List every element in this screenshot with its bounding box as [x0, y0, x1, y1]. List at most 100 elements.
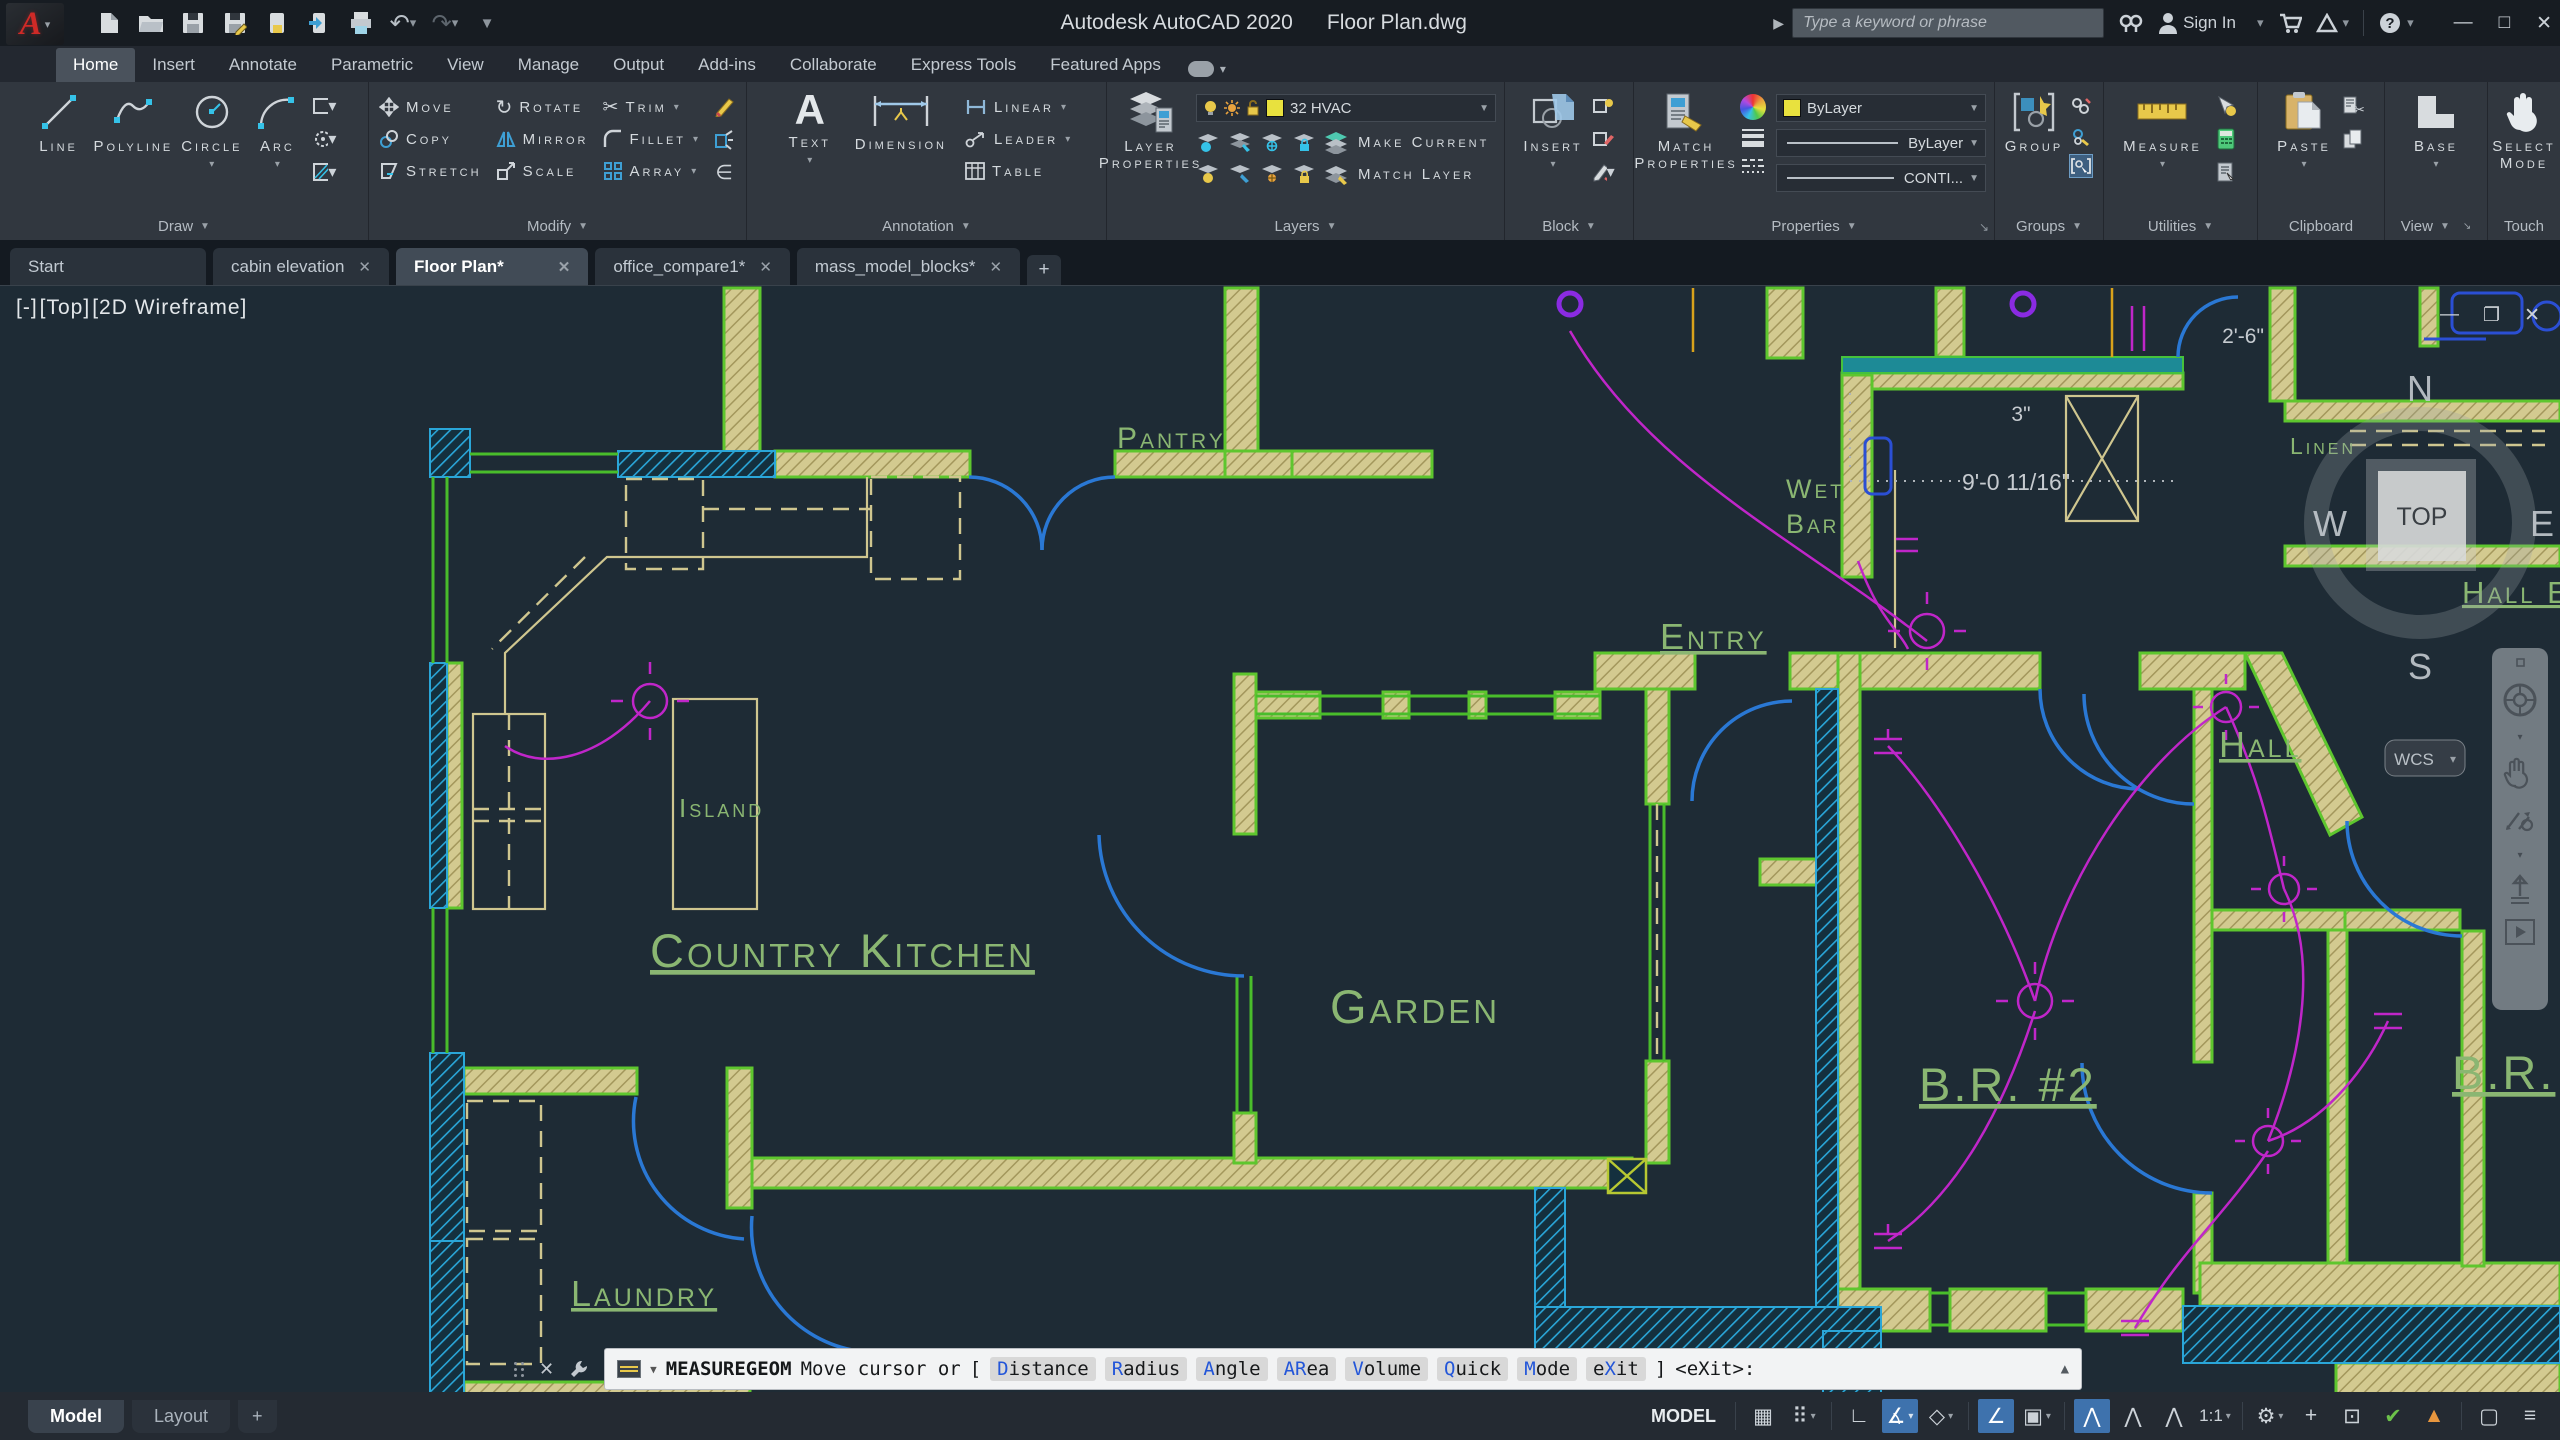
- match-layer-button[interactable]: Match Layer: [1358, 166, 1474, 183]
- id-point-icon[interactable]: [2214, 160, 2238, 184]
- line-button[interactable]: Line: [32, 90, 86, 155]
- panel-title-clipboard[interactable]: Clipboard: [2258, 213, 2384, 240]
- snap-mode-icon[interactable]: ⠿▾: [1786, 1399, 1822, 1433]
- help-icon[interactable]: ?▾: [2378, 11, 2414, 35]
- explode-icon[interactable]: [712, 127, 736, 151]
- viewcube-north[interactable]: N: [2407, 368, 2433, 409]
- ungroup-icon[interactable]: [2069, 94, 2093, 118]
- model-paper-space-button[interactable]: MODEL: [1641, 1399, 1726, 1433]
- viewcube-east[interactable]: E: [2530, 503, 2554, 544]
- viewport-restore-icon[interactable]: ❐: [2483, 304, 2500, 327]
- copy-clip-icon[interactable]: [2341, 127, 2365, 151]
- recent-commands-icon[interactable]: ▼: [650, 1363, 657, 1376]
- option-area[interactable]: ARea: [1277, 1357, 1337, 1381]
- viewport-minimize-icon[interactable]: —: [2440, 304, 2459, 327]
- polyline-button[interactable]: Polyline: [94, 90, 174, 155]
- linetype-dropdown[interactable]: CONTI...▼: [1776, 164, 1986, 192]
- save-as-icon[interactable]: [220, 8, 250, 38]
- clean-screen-icon[interactable]: ▢: [2471, 1399, 2507, 1433]
- group-edit-icon[interactable]: [2069, 124, 2093, 148]
- create-block-icon[interactable]: [1591, 94, 1615, 118]
- measure-button[interactable]: Measure ▾: [2123, 90, 2202, 170]
- full-navigation-wheel-icon[interactable]: [2501, 681, 2539, 719]
- grid-display-icon[interactable]: ▦: [1745, 1399, 1781, 1433]
- layer-off-icon[interactable]: [1196, 130, 1220, 154]
- ribbon-display-toggle[interactable]: ▾: [1188, 61, 1226, 77]
- search-go-icon[interactable]: ▶: [1773, 15, 1784, 32]
- tab-output[interactable]: Output: [596, 48, 681, 82]
- drag-handle-icon[interactable]: [514, 1362, 525, 1377]
- isolate-objects-icon[interactable]: ⊡: [2334, 1399, 2370, 1433]
- option-volume[interactable]: Volume: [1345, 1357, 1428, 1381]
- quick-calculator-icon[interactable]: [2214, 127, 2238, 151]
- show-motion-icon[interactable]: [2505, 919, 2535, 945]
- panel-title-draw[interactable]: Draw▼: [0, 213, 368, 240]
- new-drawing-tab-button[interactable]: +: [1027, 255, 1061, 285]
- option-mode[interactable]: Mode: [1517, 1357, 1577, 1381]
- annotation-monitor-crosshair-icon[interactable]: +: [2293, 1399, 2329, 1433]
- file-tab-office-compare[interactable]: office_compare1*✕: [595, 248, 790, 285]
- offset-icon[interactable]: ∈: [712, 160, 736, 184]
- layer-lock-icon[interactable]: [1292, 130, 1316, 154]
- pan-hand-icon[interactable]: [2503, 756, 2537, 790]
- ellipse-tool-icon[interactable]: ▾: [312, 127, 336, 151]
- window-minimize-button[interactable]: —: [2454, 12, 2473, 34]
- panel-title-touch[interactable]: Touch: [2488, 213, 2560, 240]
- file-tab-start[interactable]: Start: [10, 248, 206, 285]
- drawing-canvas[interactable]: .wall{fill:url(#tanH);stroke:#5ec62e;str…: [0, 285, 2560, 1440]
- window-maximize-button[interactable]: □: [2499, 12, 2510, 34]
- layer-unlock-mini-icon[interactable]: [1292, 162, 1316, 186]
- viewcube-south[interactable]: S: [2408, 646, 2432, 687]
- select-mode-button[interactable]: Select Mode: [2496, 90, 2552, 172]
- close-icon[interactable]: ✕: [358, 258, 371, 276]
- viewcube-top-label[interactable]: TOP: [2397, 503, 2448, 531]
- stretch-button[interactable]: Stretch: [379, 158, 482, 184]
- tab-view[interactable]: View: [430, 48, 501, 82]
- move-button[interactable]: Move: [379, 94, 482, 120]
- customize-wrench-icon[interactable]: [568, 1358, 590, 1380]
- layer-isolate-icon[interactable]: [1228, 130, 1252, 154]
- arc-button[interactable]: Arc ▾: [250, 90, 304, 170]
- navbar-dropdown-icon[interactable]: ▾: [2517, 732, 2522, 743]
- tab-featured-apps[interactable]: Featured Apps: [1033, 48, 1178, 82]
- model-tab[interactable]: Model: [28, 1400, 124, 1433]
- group-selection-toggle-icon[interactable]: [2069, 154, 2093, 178]
- plot-icon[interactable]: [262, 8, 292, 38]
- file-tab-mass-model-blocks[interactable]: mass_model_blocks*✕: [797, 248, 1020, 285]
- lineweight-icon[interactable]: [1740, 127, 1766, 149]
- copy-button[interactable]: Copy: [379, 126, 482, 152]
- command-history-icon[interactable]: ▲: [2061, 1361, 2069, 1377]
- navbar-dropdown-icon[interactable]: ▾: [2517, 850, 2522, 861]
- close-icon[interactable]: ✕: [759, 258, 772, 276]
- autoscale-icon[interactable]: ⋀: [2115, 1399, 2151, 1433]
- rectangle-tool-icon[interactable]: ▾: [312, 94, 336, 118]
- tab-express-tools[interactable]: Express Tools: [894, 48, 1034, 82]
- layer-match-icon[interactable]: [1228, 162, 1252, 186]
- new-layout-button[interactable]: +: [238, 1400, 277, 1433]
- annotation-scale-icon[interactable]: ⋀: [2156, 1399, 2192, 1433]
- visual-style-control[interactable]: [2D Wireframe]: [92, 296, 247, 320]
- text-button[interactable]: A Text ▾: [783, 90, 837, 166]
- array-button[interactable]: Array▾: [603, 158, 699, 184]
- zoom-extents-icon[interactable]: [2505, 874, 2535, 906]
- option-angle[interactable]: Angle: [1196, 1357, 1267, 1381]
- floor-plan[interactable]: .wall{fill:url(#tanH);stroke:#5ec62e;str…: [0, 286, 2560, 1440]
- panel-title-annotation[interactable]: Annotation▼: [747, 213, 1106, 240]
- open-file-icon[interactable]: [136, 8, 166, 38]
- make-current-icon[interactable]: [1324, 130, 1350, 154]
- lineweight-dropdown[interactable]: ByLayer▼: [1776, 129, 1986, 157]
- annotation-scale-value[interactable]: 1:1▾: [2197, 1399, 2233, 1433]
- object-color-dropdown[interactable]: ByLayer▼: [1776, 94, 1986, 122]
- cut-icon[interactable]: ✂: [2341, 94, 2365, 118]
- option-distance[interactable]: Distance: [990, 1357, 1096, 1381]
- tab-home[interactable]: Home: [56, 48, 135, 82]
- properties-dialog-launcher-icon[interactable]: ↘: [1979, 220, 1989, 234]
- viewport-close-icon[interactable]: ✕: [2524, 304, 2540, 327]
- tab-manage[interactable]: Manage: [501, 48, 596, 82]
- object-snap-tracking-icon[interactable]: ∠: [1978, 1399, 2014, 1433]
- wcs-dropdown[interactable]: WCS ▾: [2385, 740, 2465, 776]
- tab-addins[interactable]: Add-ins: [681, 48, 773, 82]
- search-icon[interactable]: [2118, 12, 2144, 34]
- customization-menu-icon[interactable]: ≡: [2512, 1399, 2548, 1433]
- option-quick[interactable]: Quick: [1437, 1357, 1508, 1381]
